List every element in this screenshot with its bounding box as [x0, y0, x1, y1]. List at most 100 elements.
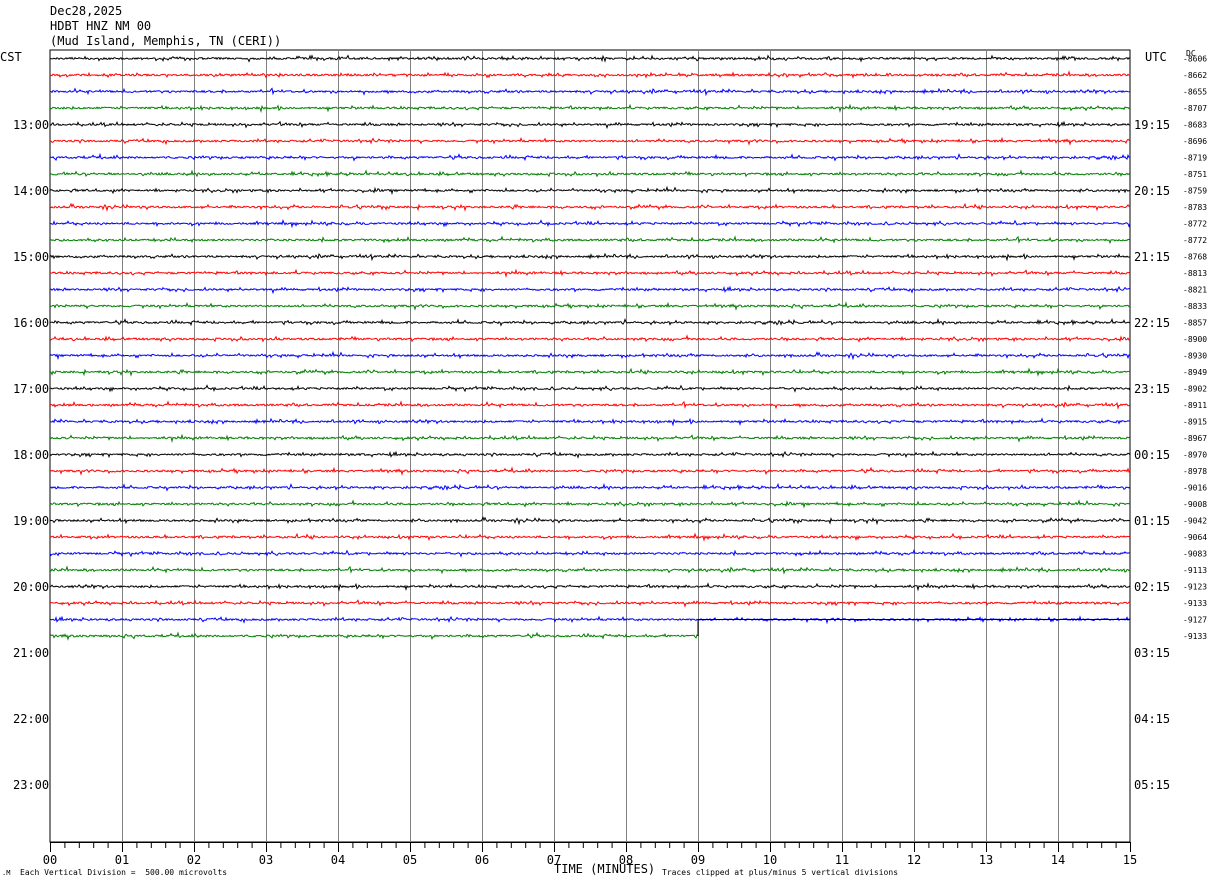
seismic-trace: [49, 317, 1131, 327]
dc-offset-label: -8772: [1183, 220, 1207, 229]
seismic-trace: [49, 120, 1131, 130]
seismic-trace: [50, 532, 1131, 542]
x-tick-label: 10: [763, 853, 777, 867]
cst-hour-label: 15:00: [13, 249, 50, 264]
seismic-trace: [49, 631, 699, 641]
cst-hour-label: 22:00: [13, 711, 50, 726]
header-station: HDBT HNZ NM 00: [50, 19, 152, 33]
seismic-trace: [49, 450, 1131, 459]
dc-offset-label: -8662: [1183, 71, 1207, 80]
x-tick-label: 09: [691, 853, 705, 867]
seismic-trace: [50, 219, 1131, 229]
seismic-trace: [49, 185, 1131, 196]
dc-offset-label: -8751: [1183, 170, 1207, 179]
utc-hour-label: 01:15: [1134, 513, 1171, 528]
plot-grid: [49, 49, 1131, 843]
utc-hour-label: 03:15: [1134, 645, 1171, 660]
x-tick-label: 14: [1051, 853, 1065, 867]
utc-hour-label: 02:15: [1134, 579, 1171, 594]
dc-offset-label: -8902: [1183, 385, 1207, 394]
right-timezone-label: UTC: [1145, 50, 1167, 64]
dc-offset-label: -8911: [1183, 401, 1207, 410]
dc-offset-label: -9133: [1183, 632, 1207, 641]
seismic-trace: [49, 334, 1131, 343]
seismic-trace: [49, 268, 1131, 279]
division-note: Each Vertical Division = 500.00 microvol…: [20, 868, 228, 877]
utc-hour-label: 21:15: [1134, 249, 1171, 264]
x-tick-label: 03: [259, 853, 273, 867]
left-timezone-label: CST: [0, 50, 22, 64]
seismic-trace: [49, 565, 1130, 575]
dc-label: DC: [1186, 49, 1196, 58]
seismic-trace: [49, 285, 1131, 295]
seismic-trace: [49, 433, 1131, 444]
cst-hour-label: 19:00: [13, 513, 50, 528]
dc-offset-label: -8900: [1183, 335, 1207, 344]
utc-hour-label: 05:15: [1134, 777, 1171, 792]
x-tick-label: 05: [403, 853, 417, 867]
dc-offset-label: -9133: [1183, 599, 1207, 608]
seismic-trace: [49, 384, 1131, 393]
dc-offset-label: -9016: [1183, 484, 1207, 493]
clip-note: Traces clipped at plus/minus 5 vertical …: [662, 868, 899, 877]
dc-offset-label: -8978: [1183, 467, 1207, 476]
dc-offset-label: -8719: [1183, 154, 1207, 163]
corner-glyph: .M: [2, 869, 11, 877]
seismic-trace: [49, 417, 1131, 427]
dc-offset-label: -8930: [1183, 352, 1207, 361]
cst-hour-label: 23:00: [13, 777, 50, 792]
dc-offset-label: -8970: [1183, 451, 1207, 460]
dc-offset-label: -8821: [1183, 286, 1207, 295]
x-tick-label: 01: [115, 853, 129, 867]
seismic-trace: [49, 301, 1131, 311]
x-tick-label: 11: [835, 853, 849, 867]
dc-offset-label: -8707: [1183, 104, 1207, 113]
cst-hour-label: 17:00: [13, 381, 50, 396]
dc-offset-label: -8949: [1183, 368, 1207, 377]
seismic-trace: [49, 70, 1131, 79]
seismic-trace: [50, 466, 1131, 476]
cst-hour-label: 20:00: [13, 579, 50, 594]
seismic-trace: [49, 599, 1131, 608]
dc-offset-label: -8783: [1183, 203, 1207, 212]
dc-offset-label: -8857: [1183, 319, 1207, 328]
seismic-trace: [49, 350, 1131, 361]
plot-frame: [49, 49, 1131, 843]
header-date: Dec28,2025: [50, 4, 123, 18]
header-location: (Mud Island, Memphis, TN (CERI)): [50, 34, 282, 48]
utc-hour-label: 19:15: [1134, 117, 1171, 132]
dc-offset-label: -9064: [1183, 533, 1207, 542]
dc-offset-label: -8655: [1183, 88, 1207, 97]
dc-offset-label: -8768: [1183, 253, 1207, 262]
dc-offset-label: -8683: [1183, 121, 1207, 130]
dc-offset-label: -9083: [1183, 550, 1207, 559]
utc-hour-label: 22:15: [1134, 315, 1171, 330]
x-tick-label: 04: [331, 853, 345, 867]
utc-hour-label: 23:15: [1134, 381, 1171, 396]
seismic-trace: [49, 516, 1131, 526]
cst-hour-label: 18:00: [13, 447, 50, 462]
seismic-trace: [49, 202, 1131, 212]
seismic-trace: [49, 103, 1131, 114]
dc-offset-label: -8833: [1183, 302, 1207, 311]
cst-hour-label: 13:00: [13, 117, 50, 132]
seismic-trace: [50, 87, 1131, 97]
utc-hour-label: 20:15: [1134, 183, 1171, 198]
seismic-trace: [49, 54, 1131, 63]
seismic-trace: [49, 499, 1131, 509]
seismic-trace: [49, 367, 1131, 377]
seismic-trace: [49, 400, 1131, 410]
x-tick-label: 00: [43, 853, 57, 867]
seismic-trace: [49, 152, 1131, 162]
dc-offset-label: -9113: [1183, 566, 1207, 575]
dc-offset-label: -9008: [1183, 500, 1207, 509]
seismic-trace: [49, 582, 1131, 592]
x-tick-label: 06: [475, 853, 489, 867]
dc-offset-label: -8967: [1183, 434, 1207, 443]
x-tick-label: 13: [979, 853, 993, 867]
dc-offset-label: -8915: [1183, 418, 1207, 427]
dc-offset-label: -9127: [1183, 616, 1207, 625]
dc-offset-label: -8696: [1183, 137, 1207, 146]
dc-offset-label: -9042: [1183, 517, 1207, 526]
x-tick-label: 12: [907, 853, 921, 867]
